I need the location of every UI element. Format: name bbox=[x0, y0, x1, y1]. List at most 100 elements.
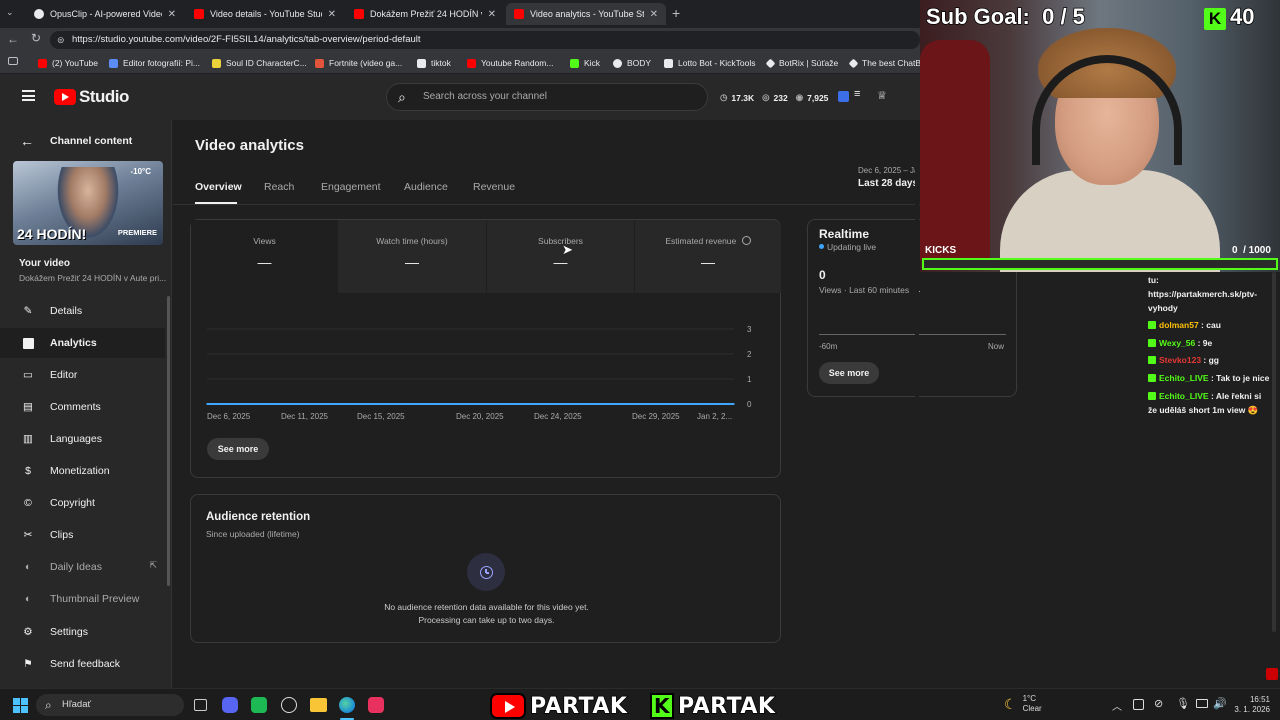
bookmark-photo-editor[interactable]: Editor fotografií: Pi... bbox=[109, 56, 200, 70]
extension-icon[interactable] bbox=[838, 91, 849, 102]
back-to-channel-content[interactable]: ← Channel content bbox=[20, 133, 132, 149]
chat-text: : 9e bbox=[1195, 338, 1213, 348]
tab-revenue[interactable]: Revenue bbox=[473, 181, 515, 193]
site-info-icon[interactable]: ⊜ bbox=[57, 31, 65, 49]
bookmark-soul-id[interactable]: Soul ID CharacterC... bbox=[212, 56, 307, 70]
sidebar-item-label: Monetization bbox=[50, 465, 110, 477]
bookmark-youtube-random[interactable]: Youtube Random... bbox=[467, 56, 553, 70]
youtube-logo-icon bbox=[54, 89, 76, 105]
metric-estimated-revenue[interactable]: Estimated revenue — bbox=[634, 220, 781, 293]
task-view-icon[interactable] bbox=[194, 699, 207, 711]
display-icon[interactable] bbox=[1196, 699, 1208, 708]
date-range-picker[interactable]: Dec 6, 2025 – Ja Last 28 days bbox=[858, 166, 918, 189]
date-text: 3. 1. 2026 bbox=[1234, 705, 1270, 714]
file-explorer-icon[interactable] bbox=[310, 698, 327, 712]
tab-close-icon[interactable]: ✕ bbox=[650, 9, 658, 20]
sidebar-item-details[interactable]: ✎ Details bbox=[0, 296, 165, 326]
bookmark-tiktok[interactable]: tiktok bbox=[417, 56, 451, 70]
retention-subtitle: Since uploaded (lifetime) bbox=[206, 529, 300, 539]
windows-start-icon[interactable] bbox=[13, 698, 28, 713]
tab-engagement[interactable]: Engagement bbox=[321, 181, 381, 193]
bookmark-kick[interactable]: Kick bbox=[570, 56, 600, 70]
browser-tab-video-details[interactable]: Video details - YouTube Studio ✕ bbox=[186, 3, 344, 25]
main-scrollbar[interactable] bbox=[915, 120, 919, 688]
microphone-icon[interactable]: 🎙 bbox=[1176, 697, 1190, 710]
sidebar-item-languages[interactable]: ▥ Languages bbox=[0, 424, 165, 454]
youtube-mini-icon bbox=[1266, 668, 1278, 680]
chat-text: : Ale řekni si bbox=[1208, 391, 1262, 401]
sidebar-item-send-feedback[interactable]: ⚑ Send feedback bbox=[0, 649, 165, 679]
youtube-favicon-icon bbox=[514, 9, 524, 19]
tab-close-icon[interactable]: ✕ bbox=[328, 9, 336, 20]
metric-views[interactable]: Views — bbox=[191, 220, 338, 293]
new-tab-icon[interactable]: + bbox=[672, 5, 680, 21]
video-title[interactable]: Dokážem Prežiť 24 HODÍN v Aute pri... bbox=[19, 273, 166, 283]
sidebar-item-comments[interactable]: ▤ Comments bbox=[0, 392, 165, 422]
back-arrow-icon[interactable]: ← bbox=[7, 32, 19, 46]
tray-chevron-icon[interactable]: ︿ bbox=[1112, 698, 1122, 713]
sidebar-item-daily-ideas[interactable]: ◐ Daily Ideas ⇱ bbox=[0, 552, 165, 582]
studio-logo[interactable]: Studio bbox=[54, 87, 129, 107]
video-thumbnail[interactable]: -10°C 24 HODÍN! PREMIERE bbox=[13, 161, 163, 245]
tab-search-icon[interactable]: ⌄ bbox=[6, 7, 20, 21]
discord-icon[interactable] bbox=[222, 697, 238, 713]
chat-text: : cau bbox=[1198, 320, 1221, 330]
sidebar-item-monetization[interactable]: $ Monetization bbox=[0, 456, 165, 486]
bookmark-botrix[interactable]: BotRix | Súťaže bbox=[765, 56, 838, 70]
menu-icon[interactable] bbox=[22, 90, 35, 101]
youtube-logo-icon bbox=[490, 693, 526, 719]
sidebar-item-settings[interactable]: ⚙ Settings bbox=[0, 617, 165, 647]
sidebar-item-editor[interactable]: ▭ Editor bbox=[0, 360, 165, 390]
browser-tab-opusclip[interactable]: OpusClip - AI-powered Video Rep ✕ bbox=[26, 3, 184, 25]
sidebar-item-clips[interactable]: ✂ Clips bbox=[0, 520, 165, 550]
chat-scrollbar[interactable] bbox=[1272, 272, 1276, 632]
sidebar-item-analytics[interactable]: Analytics bbox=[0, 328, 165, 358]
spotify-icon[interactable] bbox=[251, 697, 267, 713]
chart-point bbox=[645, 403, 647, 405]
sidebar-scrollbar[interactable] bbox=[167, 296, 170, 586]
search-input[interactable]: ⌕ Search across your channel bbox=[386, 83, 708, 111]
tab-overview[interactable]: Overview bbox=[195, 181, 242, 193]
bookmark-lotto-bot[interactable]: Lotto Bot - KickTools bbox=[664, 56, 755, 70]
browser-tab-video-analytics[interactable]: Video analytics - YouTube Studio ✕ bbox=[506, 3, 666, 25]
reload-icon[interactable]: ↻ bbox=[31, 31, 41, 45]
tab-reach[interactable]: Reach bbox=[264, 181, 294, 193]
metric-watch-time[interactable]: Watch time (hours) — bbox=[338, 220, 486, 293]
bookmark-fortnite[interactable]: Fortnite (video ga... bbox=[315, 56, 402, 70]
capcut-icon[interactable] bbox=[368, 697, 384, 713]
bookmark-label: Kick bbox=[584, 58, 601, 68]
chart-y-tick-label: 0 bbox=[747, 400, 752, 409]
tab-close-icon[interactable]: ✕ bbox=[488, 9, 496, 20]
bookmark-body[interactable]: BODY bbox=[613, 56, 651, 70]
sidebar-item-thumbnail-preview[interactable]: ◐ Thumbnail Preview bbox=[0, 584, 165, 614]
clock[interactable]: 16:51 3. 1. 2026 bbox=[1232, 695, 1270, 715]
info-icon[interactable] bbox=[741, 236, 751, 245]
volume-icon[interactable]: 🔊 bbox=[1213, 697, 1227, 710]
see-more-button[interactable]: See more bbox=[207, 438, 269, 460]
tab-close-icon[interactable]: ✕ bbox=[168, 9, 176, 20]
sidebar-item-label: Send feedback bbox=[50, 658, 121, 670]
list-icon[interactable]: ≡ bbox=[854, 88, 860, 100]
channel-stats[interactable]: ◷ 17.3K ◎ 232 ◉ 7,925 bbox=[720, 92, 828, 103]
sidebar-item-copyright[interactable]: © Copyright bbox=[0, 488, 165, 518]
edge-icon[interactable] bbox=[339, 697, 355, 713]
tab-groups-icon[interactable] bbox=[8, 57, 18, 65]
opusclip-favicon-icon bbox=[34, 9, 44, 19]
realtime-period-dropdown[interactable]: Views · Last 60 minutes ⌄ bbox=[819, 285, 922, 296]
address-bar[interactable]: ⊜ https://studio.youtube.com/video/2F-FI… bbox=[50, 31, 920, 49]
chat-text: že uděláš short 1m view 😍 bbox=[1148, 405, 1259, 415]
tab-audience[interactable]: Audience bbox=[404, 181, 448, 193]
realtime-axis-end: Now bbox=[988, 342, 1005, 351]
chatgpt-icon[interactable] bbox=[281, 697, 297, 713]
weather-widget[interactable]: ☾ 1°C Clear bbox=[1004, 694, 1042, 714]
taskbar-search[interactable]: ⌕ Hľadať bbox=[36, 694, 184, 716]
browser-tab-video[interactable]: Dokážem Prežiť 24 HODÍN v Aute ✕ bbox=[346, 3, 504, 25]
tray-app-icon[interactable] bbox=[1133, 699, 1144, 710]
metric-subscribers[interactable]: Subscribers — bbox=[486, 220, 634, 293]
trophy-icon[interactable]: ♕ bbox=[877, 89, 887, 102]
bookmark-chatbot[interactable]: The best ChatBo bbox=[848, 56, 926, 70]
realtime-see-more-button[interactable]: See more bbox=[819, 362, 879, 384]
chat-user: dolman57 bbox=[1159, 320, 1199, 330]
tray-network-off-icon[interactable]: ⊘ bbox=[1154, 697, 1163, 710]
bookmark-youtube[interactable]: (2) YouTube bbox=[38, 56, 98, 70]
